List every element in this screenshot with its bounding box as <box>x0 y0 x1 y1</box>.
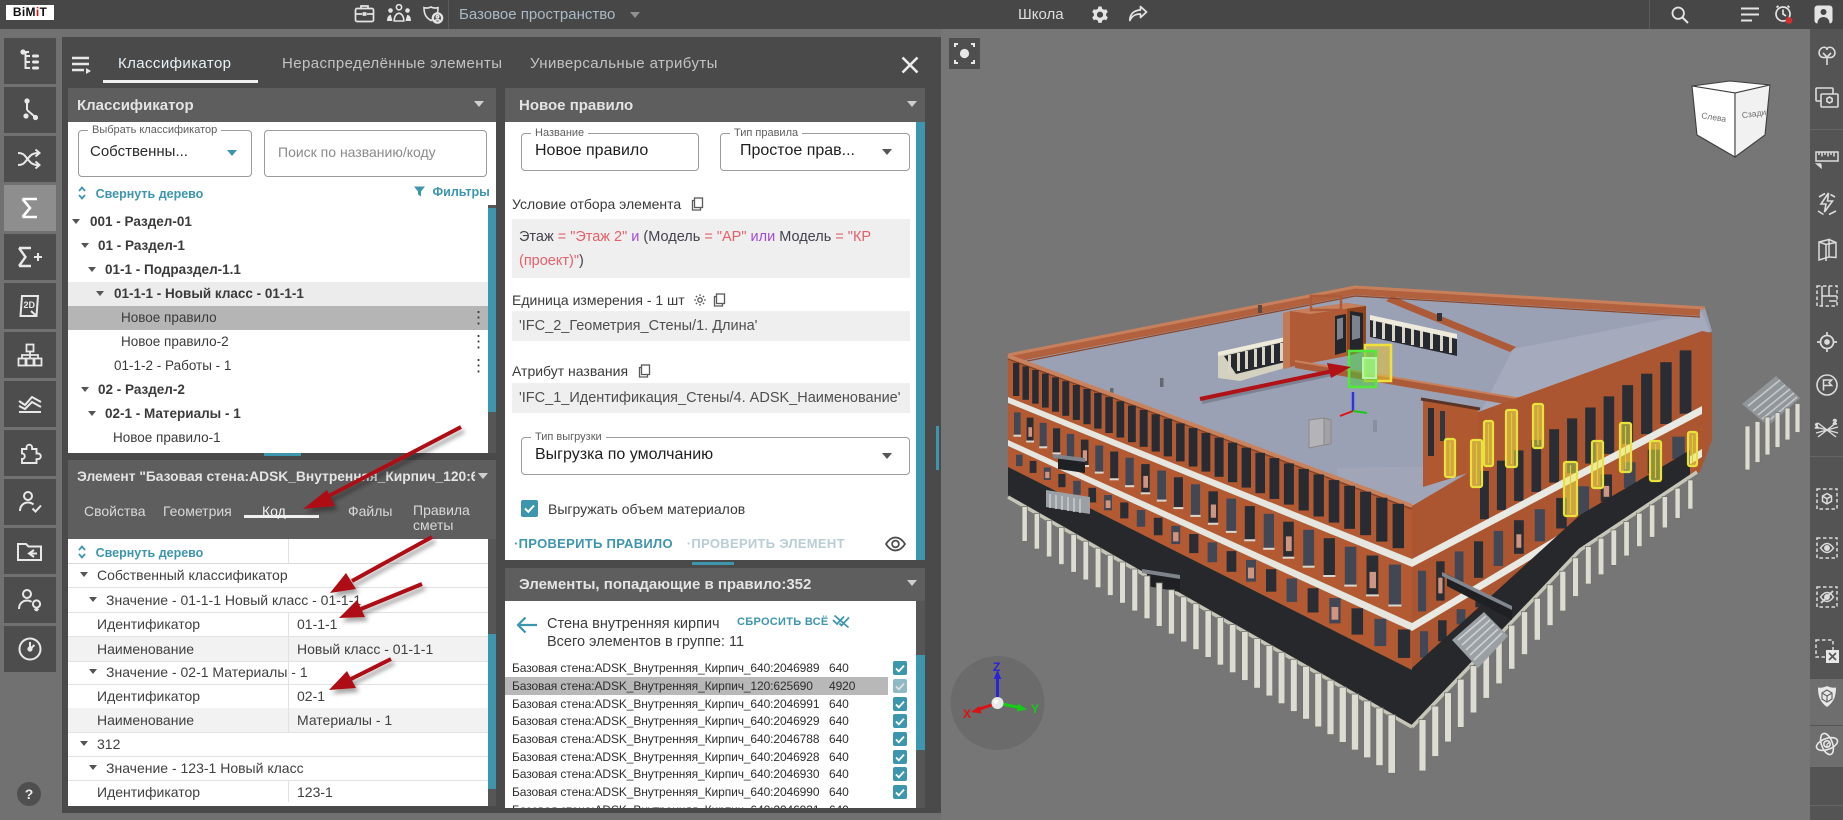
svg-text:2: 2 <box>1833 419 1837 426</box>
svg-text:X: X <box>963 707 971 721</box>
svg-text:Y: Y <box>1031 702 1039 716</box>
svg-text:2D: 2D <box>24 300 36 310</box>
svg-text:1: 1 <box>1815 423 1819 430</box>
svg-text:Z: Z <box>993 660 1000 674</box>
